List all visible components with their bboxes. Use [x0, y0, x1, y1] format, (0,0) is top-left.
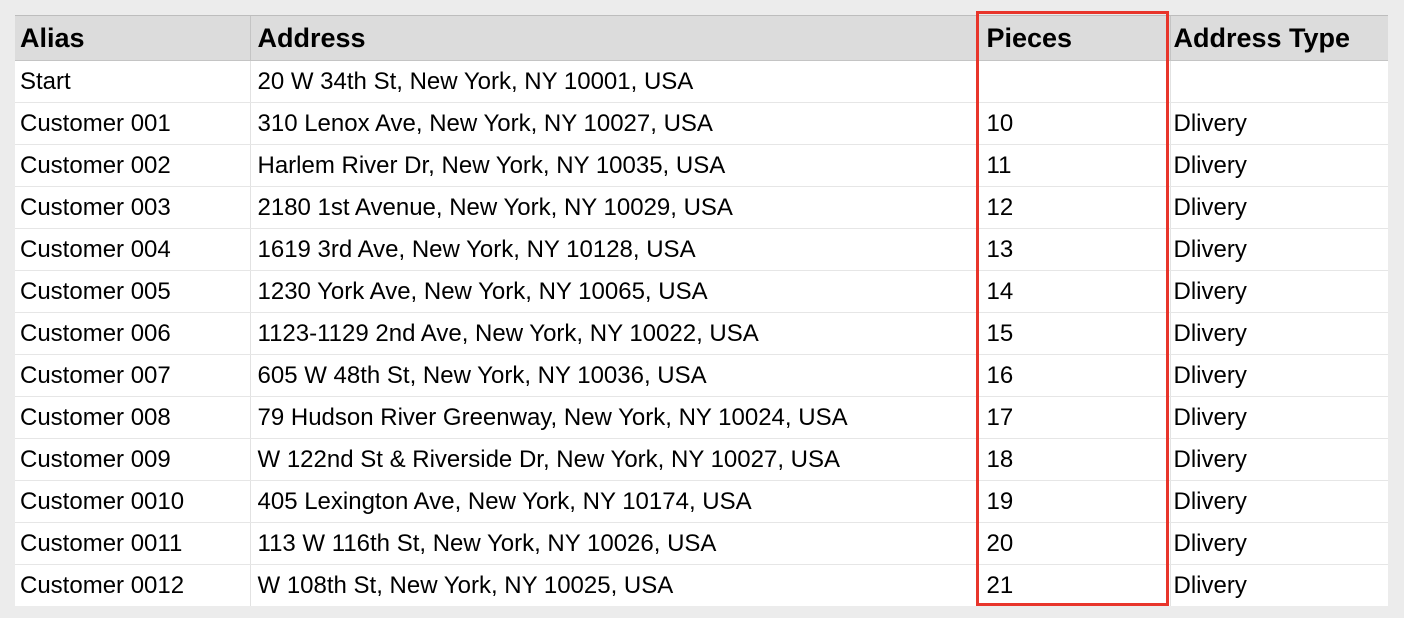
- table-row: Customer 006 1123-1129 2nd Ave, New York…: [15, 312, 1388, 355]
- address-cell[interactable]: 79 Hudson River Greenway, New York, NY 1…: [250, 396, 979, 439]
- alias-cell[interactable]: Customer 003: [15, 186, 251, 229]
- table-row: Customer 0011 113 W 116th St, New York, …: [15, 522, 1388, 565]
- pieces-cell[interactable]: 14: [978, 270, 1171, 313]
- column-header-pieces[interactable]: Pieces: [978, 16, 1171, 61]
- table-row: Customer 002 Harlem River Dr, New York, …: [15, 144, 1388, 187]
- alias-cell[interactable]: Customer 001: [15, 102, 251, 145]
- address-cell[interactable]: 113 W 116th St, New York, NY 10026, USA: [250, 522, 979, 565]
- alias-cell[interactable]: Customer 006: [15, 312, 251, 355]
- alias-cell[interactable]: Customer 008: [15, 396, 251, 439]
- table-row: Customer 0012 W 108th St, New York, NY 1…: [15, 564, 1388, 607]
- table-row: Customer 004 1619 3rd Ave, New York, NY …: [15, 228, 1388, 271]
- address-type-cell[interactable]: Dlivery: [1170, 565, 1388, 607]
- address-cell[interactable]: Harlem River Dr, New York, NY 10035, USA: [250, 144, 979, 187]
- address-type-cell[interactable]: Dlivery: [1170, 354, 1388, 397]
- address-cell[interactable]: 2180 1st Avenue, New York, NY 10029, USA: [250, 186, 979, 229]
- alias-cell[interactable]: Start: [15, 60, 251, 103]
- alias-cell[interactable]: Customer 0010: [15, 480, 251, 523]
- pieces-cell[interactable]: 18: [978, 438, 1171, 481]
- address-cell[interactable]: W 108th St, New York, NY 10025, USA: [250, 564, 979, 606]
- pieces-cell[interactable]: 15: [978, 312, 1171, 355]
- address-cell[interactable]: 1230 York Ave, New York, NY 10065, USA: [250, 270, 979, 313]
- header-row: Alias Address Pieces Address Type: [15, 16, 1388, 61]
- pieces-cell[interactable]: 17: [978, 396, 1171, 439]
- address-type-cell[interactable]: Dlivery: [1170, 312, 1388, 355]
- alias-cell[interactable]: Customer 005: [15, 270, 251, 313]
- address-type-cell[interactable]: [1170, 60, 1388, 103]
- address-cell[interactable]: 20 W 34th St, New York, NY 10001, USA: [250, 60, 979, 103]
- column-header-address[interactable]: Address: [250, 16, 979, 61]
- pieces-cell[interactable]: 16: [978, 354, 1171, 397]
- table-row: Customer 005 1230 York Ave, New York, NY…: [15, 270, 1388, 313]
- pieces-cell[interactable]: 13: [978, 228, 1171, 271]
- address-table: Alias Address Pieces Address Type Start …: [15, 16, 1388, 606]
- address-cell[interactable]: 1619 3rd Ave, New York, NY 10128, USA: [250, 228, 979, 271]
- pieces-cell[interactable]: 20: [978, 522, 1171, 565]
- spreadsheet-table-container: Alias Address Pieces Address Type Start …: [15, 15, 1388, 606]
- pieces-cell[interactable]: 19: [978, 480, 1171, 523]
- address-cell[interactable]: W 122nd St & Riverside Dr, New York, NY …: [250, 438, 979, 481]
- table-body: Start 20 W 34th St, New York, NY 10001, …: [15, 60, 1388, 607]
- table-row: Customer 003 2180 1st Avenue, New York, …: [15, 186, 1388, 229]
- address-type-cell[interactable]: Dlivery: [1170, 102, 1388, 145]
- pieces-cell[interactable]: 21: [978, 564, 1171, 606]
- column-header-address-type[interactable]: Address Type: [1170, 16, 1388, 61]
- address-type-cell[interactable]: Dlivery: [1170, 228, 1388, 271]
- table-row: Customer 008 79 Hudson River Greenway, N…: [15, 396, 1388, 439]
- alias-cell[interactable]: Customer 0011: [15, 522, 251, 565]
- table-row: Customer 001 310 Lenox Ave, New York, NY…: [15, 102, 1388, 145]
- pieces-cell[interactable]: [978, 60, 1171, 103]
- address-cell[interactable]: 405 Lexington Ave, New York, NY 10174, U…: [250, 480, 979, 523]
- address-type-cell[interactable]: Dlivery: [1170, 186, 1388, 229]
- alias-cell[interactable]: Customer 007: [15, 354, 251, 397]
- address-type-cell[interactable]: Dlivery: [1170, 438, 1388, 481]
- address-type-cell[interactable]: Dlivery: [1170, 144, 1388, 187]
- table-row: Start 20 W 34th St, New York, NY 10001, …: [15, 60, 1388, 103]
- column-header-alias[interactable]: Alias: [15, 16, 251, 61]
- address-cell[interactable]: 1123-1129 2nd Ave, New York, NY 10022, U…: [250, 312, 979, 355]
- alias-cell[interactable]: Customer 009: [15, 438, 251, 481]
- alias-cell[interactable]: Customer 002: [15, 144, 251, 187]
- address-type-cell[interactable]: Dlivery: [1170, 480, 1388, 523]
- address-type-cell[interactable]: Dlivery: [1170, 522, 1388, 565]
- pieces-cell[interactable]: 11: [978, 144, 1171, 187]
- table-row: Customer 0010 405 Lexington Ave, New Yor…: [15, 480, 1388, 523]
- alias-cell[interactable]: Customer 0012: [15, 564, 251, 606]
- pieces-cell[interactable]: 12: [978, 186, 1171, 229]
- pieces-cell[interactable]: 10: [978, 102, 1171, 145]
- address-type-cell[interactable]: Dlivery: [1170, 396, 1388, 439]
- table-row: Customer 009 W 122nd St & Riverside Dr, …: [15, 438, 1388, 481]
- address-type-cell[interactable]: Dlivery: [1170, 270, 1388, 313]
- table-row: Customer 007 605 W 48th St, New York, NY…: [15, 354, 1388, 397]
- address-cell[interactable]: 605 W 48th St, New York, NY 10036, USA: [250, 354, 979, 397]
- address-cell[interactable]: 310 Lenox Ave, New York, NY 10027, USA: [250, 102, 979, 145]
- alias-cell[interactable]: Customer 004: [15, 228, 251, 271]
